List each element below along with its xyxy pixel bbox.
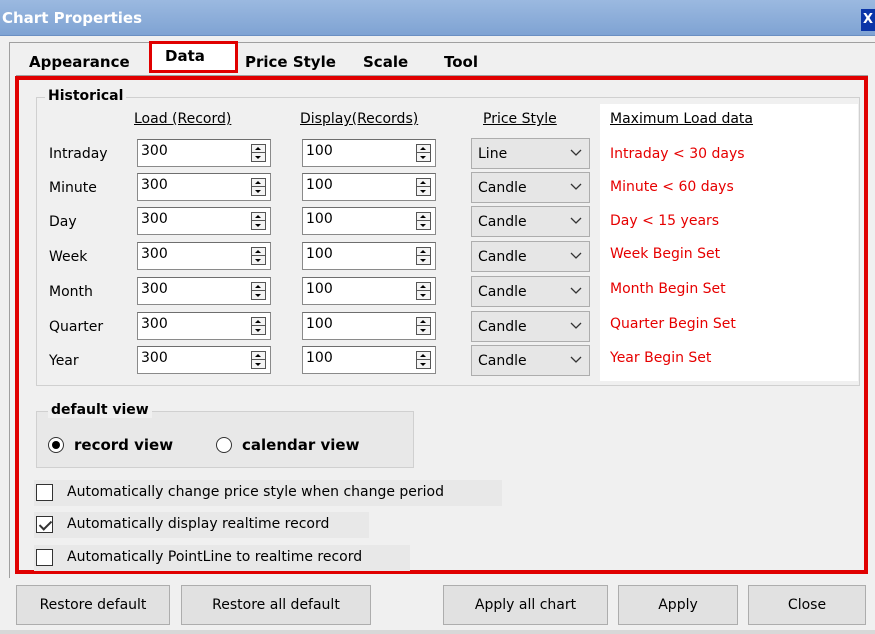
title-bar: Chart Properties X xyxy=(0,0,875,36)
close-window-button[interactable]: X xyxy=(861,9,875,31)
dialog-bottom-edge xyxy=(0,630,875,634)
spinner-icon[interactable] xyxy=(251,351,266,369)
max-load-week: Week Begin Set xyxy=(610,246,721,262)
spinner-icon[interactable] xyxy=(416,282,431,300)
chevron-down-icon xyxy=(569,318,583,332)
price-style-select-intraday[interactable]: Line xyxy=(471,138,590,169)
auto-change-style-option[interactable]: Automatically change price style when ch… xyxy=(34,480,502,506)
row-label-quarter: Quarter xyxy=(49,319,104,335)
price-style-select-day[interactable]: Candle xyxy=(471,206,590,237)
price-style-select-minute[interactable]: Candle xyxy=(471,172,590,203)
row-label-week: Week xyxy=(49,249,88,265)
display-input-intraday[interactable]: 100 xyxy=(302,139,436,167)
row-label-minute: Minute xyxy=(49,180,97,196)
display-column-header: Display(Records) xyxy=(300,111,419,127)
price-style-column-header: Price Style xyxy=(483,111,557,127)
max-load-month: Month Begin Set xyxy=(610,281,726,297)
spinner-icon[interactable] xyxy=(251,282,266,300)
chevron-down-icon xyxy=(569,283,583,297)
tab-scale[interactable]: Scale xyxy=(358,49,413,75)
restore-all-default-button[interactable]: Restore all default xyxy=(181,585,371,625)
auto-pointline-label: Automatically PointLine to realtime reco… xyxy=(67,549,363,565)
max-load-minute: Minute < 60 days xyxy=(610,179,734,195)
apply-button[interactable]: Apply xyxy=(618,585,738,625)
load-column-header: Load (Record) xyxy=(134,111,232,127)
row-label-month: Month xyxy=(49,284,93,300)
tab-data[interactable]: Data xyxy=(149,41,238,73)
chevron-down-icon xyxy=(569,145,583,159)
spinner-icon[interactable] xyxy=(251,178,266,196)
record-view-radio[interactable] xyxy=(48,437,64,453)
spinner-icon[interactable] xyxy=(416,247,431,265)
price-style-select-month[interactable]: Candle xyxy=(471,276,590,307)
spinner-icon[interactable] xyxy=(416,351,431,369)
auto-pointline-checkbox[interactable] xyxy=(36,549,53,566)
display-input-year[interactable]: 100 xyxy=(302,346,436,374)
calendar-view-label[interactable]: calendar view xyxy=(242,436,359,454)
load-input-minute[interactable]: 300 xyxy=(137,173,271,201)
display-input-month[interactable]: 100 xyxy=(302,277,436,305)
auto-pointline-option[interactable]: Automatically PointLine to realtime reco… xyxy=(34,545,410,571)
load-input-month[interactable]: 300 xyxy=(137,277,271,305)
max-load-day: Day < 15 years xyxy=(610,213,720,229)
display-input-minute[interactable]: 100 xyxy=(302,173,436,201)
spinner-icon[interactable] xyxy=(251,247,266,265)
spinner-icon[interactable] xyxy=(251,144,266,162)
price-style-select-year[interactable]: Candle xyxy=(471,345,590,376)
price-style-select-quarter[interactable]: Candle xyxy=(471,311,590,342)
chevron-down-icon xyxy=(569,179,583,193)
tab-tool[interactable]: Tool xyxy=(439,49,483,75)
row-label-year: Year xyxy=(49,353,79,369)
default-view-title: default view xyxy=(48,402,152,418)
max-load-year: Year Begin Set xyxy=(610,350,712,366)
spinner-icon[interactable] xyxy=(416,212,431,230)
window-title: Chart Properties xyxy=(2,9,143,27)
spinner-icon[interactable] xyxy=(416,178,431,196)
display-input-day[interactable]: 100 xyxy=(302,207,436,235)
record-view-label[interactable]: record view xyxy=(74,436,173,454)
display-input-week[interactable]: 100 xyxy=(302,242,436,270)
auto-display-realtime-label: Automatically display realtime record xyxy=(67,516,330,532)
max-load-quarter: Quarter Begin Set xyxy=(610,316,736,332)
tab-appearance[interactable]: Appearance xyxy=(24,49,135,75)
close-button[interactable]: Close xyxy=(748,585,866,625)
spinner-icon[interactable] xyxy=(416,317,431,335)
historical-group-title: Historical xyxy=(45,88,127,104)
auto-change-style-checkbox[interactable] xyxy=(36,484,53,501)
chevron-down-icon xyxy=(569,352,583,366)
display-input-quarter[interactable]: 100 xyxy=(302,312,436,340)
load-input-intraday[interactable]: 300 xyxy=(137,139,271,167)
row-label-day: Day xyxy=(49,214,77,230)
spinner-icon[interactable] xyxy=(251,212,266,230)
load-input-year[interactable]: 300 xyxy=(137,346,271,374)
load-input-day[interactable]: 300 xyxy=(137,207,271,235)
auto-change-style-label: Automatically change price style when ch… xyxy=(67,484,445,500)
auto-display-realtime-option[interactable]: Automatically display realtime record xyxy=(34,512,369,538)
chevron-down-icon xyxy=(569,213,583,227)
restore-default-button[interactable]: Restore default xyxy=(16,585,170,625)
auto-display-realtime-checkbox[interactable] xyxy=(36,516,53,533)
chevron-down-icon xyxy=(569,248,583,262)
apply-all-chart-button[interactable]: Apply all chart xyxy=(443,585,608,625)
max-load-column-header: Maximum Load data xyxy=(610,111,754,127)
max-load-intraday: Intraday < 30 days xyxy=(610,146,745,162)
load-input-quarter[interactable]: 300 xyxy=(137,312,271,340)
spinner-icon[interactable] xyxy=(416,144,431,162)
load-input-week[interactable]: 300 xyxy=(137,242,271,270)
price-style-select-week[interactable]: Candle xyxy=(471,241,590,272)
calendar-view-radio[interactable] xyxy=(216,437,232,453)
row-label-intraday: Intraday xyxy=(49,146,108,162)
spinner-icon[interactable] xyxy=(251,317,266,335)
tab-price-style[interactable]: Price Style xyxy=(240,49,341,75)
